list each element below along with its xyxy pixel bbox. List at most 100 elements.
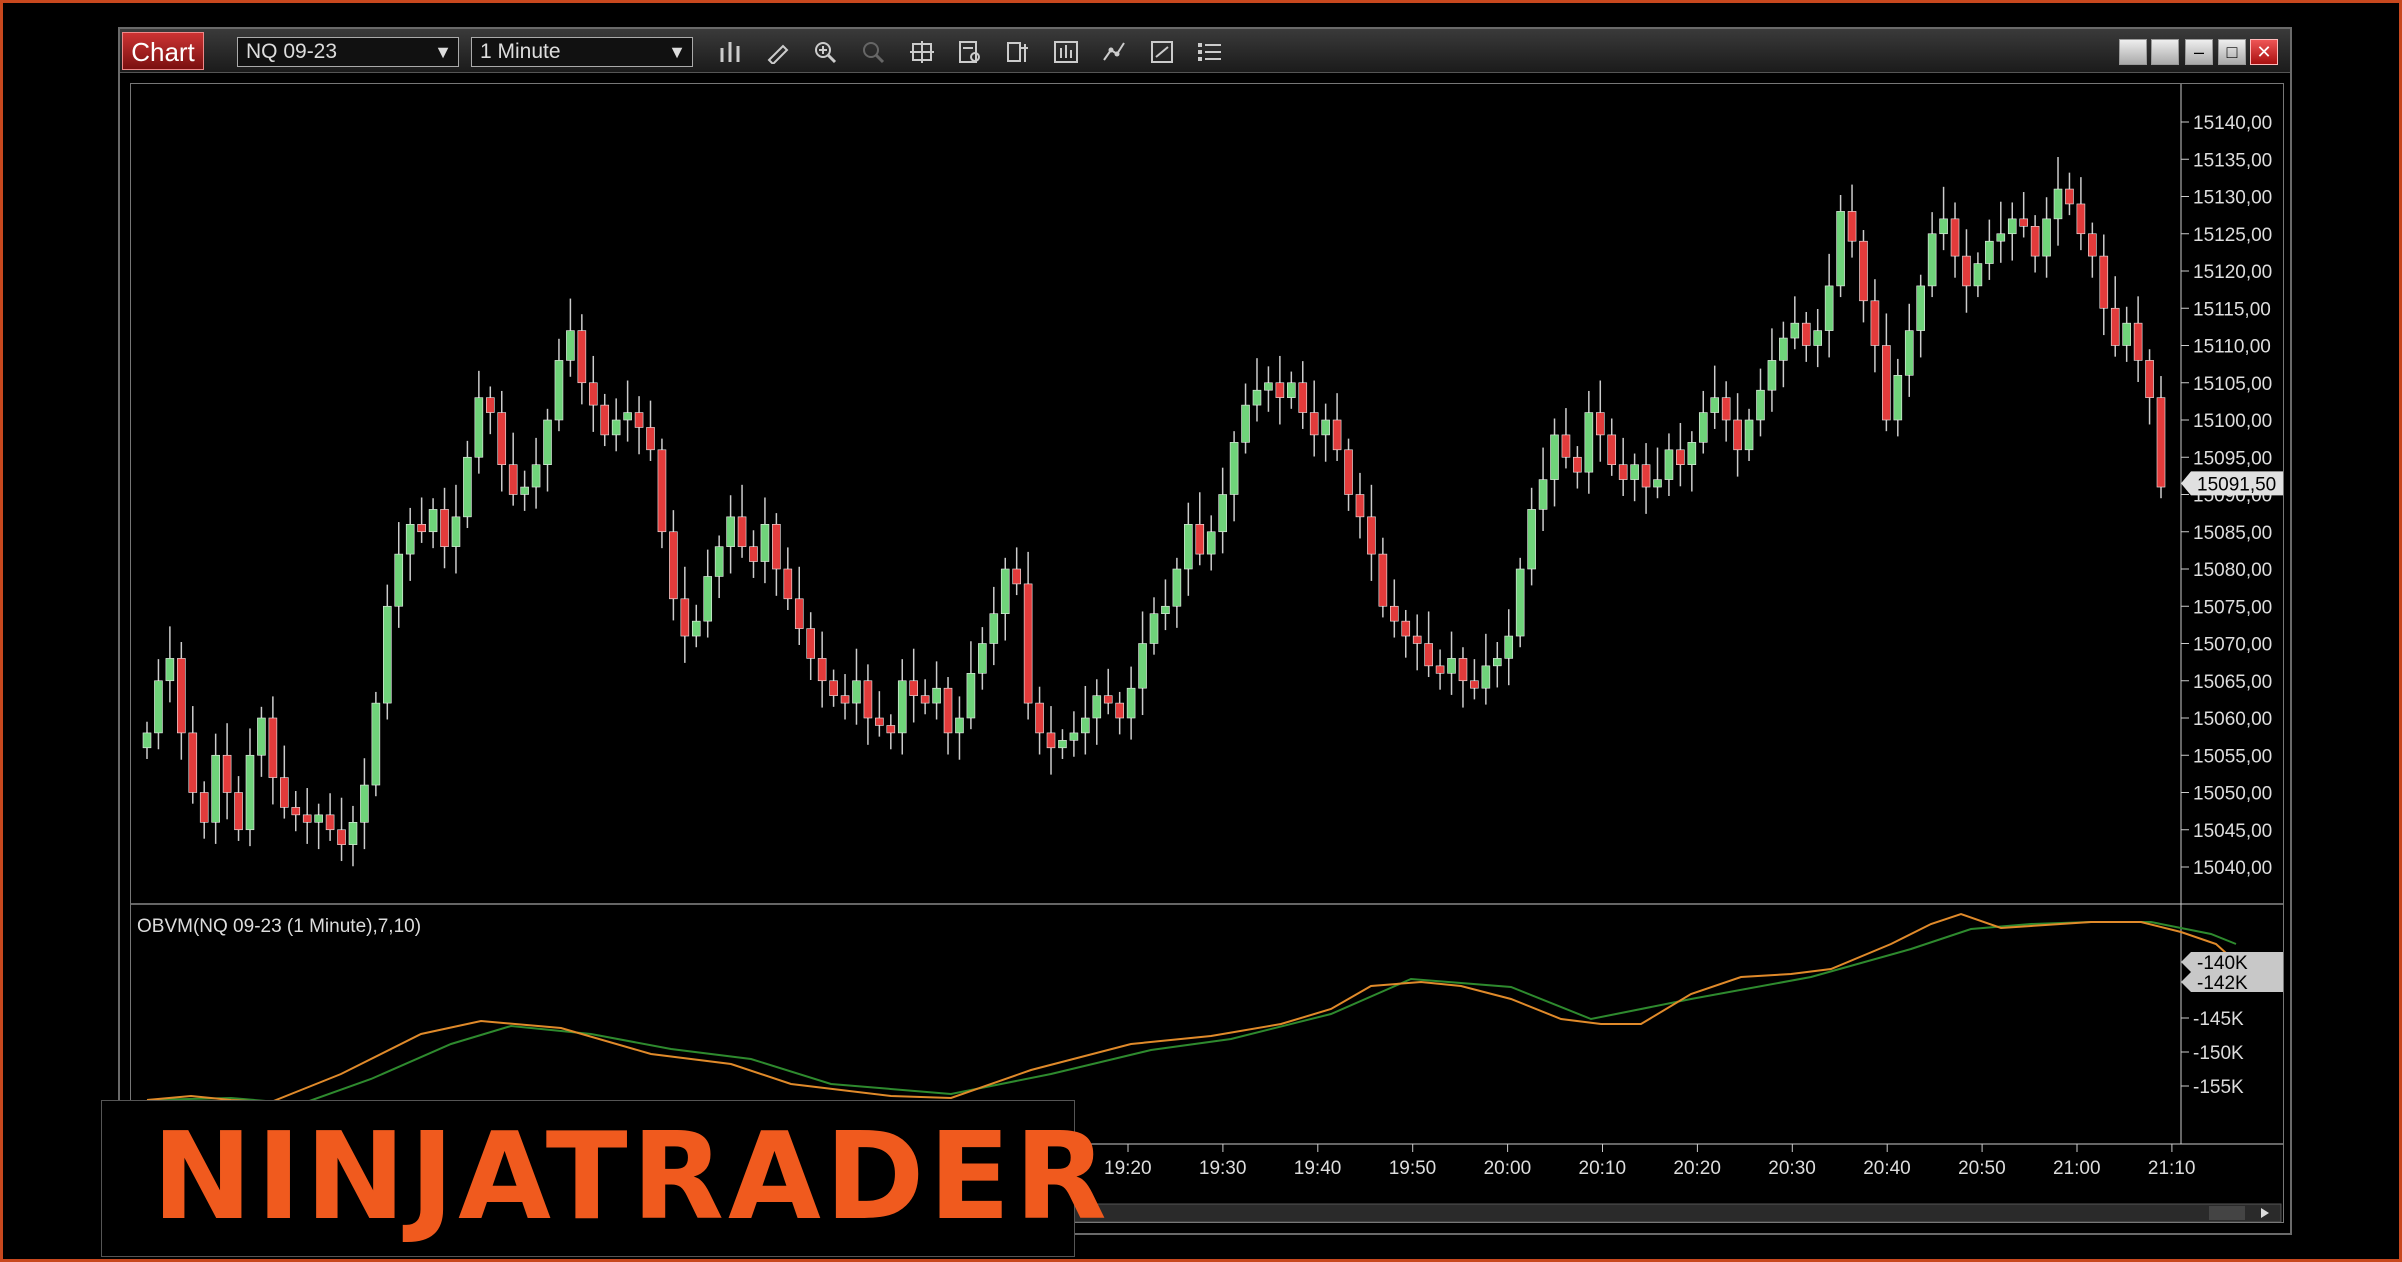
chart-tab[interactable]: Chart <box>122 32 204 70</box>
price-axis-label: 15115,00 <box>2193 299 2271 320</box>
candle-body <box>520 486 529 495</box>
price-axis-label: 15125,00 <box>2193 225 2272 246</box>
link-icon[interactable] <box>2151 39 2179 65</box>
candle-body <box>1458 658 1468 682</box>
price-axis-label: 15070,00 <box>2193 635 2272 656</box>
candle-body <box>1069 732 1079 741</box>
candle-body <box>1836 211 1845 287</box>
candle-body <box>531 464 541 488</box>
candle-body <box>1653 479 1662 488</box>
candle-body <box>314 814 323 823</box>
crosshair-icon[interactable] <box>906 37 938 67</box>
price-axis-label: 15130,00 <box>2193 188 2272 209</box>
candle-body <box>1012 568 1021 585</box>
candle-body <box>1882 345 1891 421</box>
candle-body <box>1996 233 2006 242</box>
candle-body <box>1390 605 1399 622</box>
candle-body <box>1412 635 1422 644</box>
candle-body <box>1710 397 1720 413</box>
candle-body <box>1115 702 1124 719</box>
candle-body <box>1161 605 1170 614</box>
candle-body <box>2076 203 2086 235</box>
candle-body <box>772 523 781 570</box>
candle-body <box>966 672 976 719</box>
tile-icon[interactable] <box>2119 39 2147 65</box>
candle-body <box>2145 360 2154 398</box>
candle-body <box>2099 255 2109 309</box>
candle-body <box>1641 464 1651 488</box>
candle-body <box>1481 665 1491 689</box>
candle-body <box>1081 717 1090 734</box>
candle-body <box>1126 687 1136 719</box>
chart-area[interactable]: 15140,00 15135,00 15130,00 15125,00 15120,00… <box>130 83 2285 1223</box>
candle-body <box>405 523 415 555</box>
candle-body <box>1756 389 1765 421</box>
zoom-out-icon[interactable] <box>858 37 890 67</box>
candle-body <box>726 516 735 547</box>
candle-body <box>634 412 644 428</box>
candle-body <box>1687 442 1697 466</box>
time-axis-label: 20:00 <box>1484 1158 1532 1179</box>
chart-canvas[interactable]: 15140,00 15135,00 15130,00 15125,00 15120,00… <box>130 84 2285 1223</box>
candle-body <box>875 717 884 726</box>
candle-body <box>1023 583 1033 704</box>
candle-body <box>1470 680 1479 689</box>
interval-value: 1 Minute <box>480 40 561 63</box>
chart-trader-icon[interactable] <box>1002 37 1034 67</box>
candle-body <box>508 464 518 495</box>
candle-body <box>1847 211 1857 242</box>
ninjatrader-logo: NINJATRADER <box>152 1108 1111 1247</box>
time-axis-label: 20:50 <box>1958 1158 2006 1179</box>
instrument-selector[interactable]: NQ 09-23 ▼ <box>237 37 459 67</box>
candle-body <box>497 412 507 465</box>
candle-body <box>1813 330 1823 346</box>
candle-body <box>1870 300 1880 346</box>
candle-body <box>1595 412 1605 436</box>
candle-body <box>1824 285 1834 331</box>
instrument-value: NQ 09-23 <box>246 40 338 63</box>
strategies-icon[interactable] <box>1098 37 1130 67</box>
indicators-icon[interactable] <box>1050 37 1082 67</box>
candle-body <box>2110 307 2120 346</box>
candle-body <box>302 814 312 823</box>
candle-body <box>440 509 449 547</box>
time-axis-label: 20:30 <box>1768 1158 1816 1179</box>
templates-icon[interactable] <box>1146 37 1178 67</box>
minimize-icon[interactable]: – <box>2185 39 2213 65</box>
candle-body <box>794 598 804 629</box>
price-axis-label: 15065,00 <box>2193 672 2272 693</box>
pencil-draw-icon[interactable] <box>762 37 794 67</box>
candle-body <box>623 412 632 421</box>
candle-body <box>1332 419 1342 451</box>
candle-body <box>1504 635 1514 659</box>
price-axis-label: 15080,00 <box>2193 560 2272 581</box>
candle-body <box>1859 240 1868 302</box>
candle-body <box>1676 449 1685 465</box>
candle-body <box>1424 643 1433 667</box>
candle-body <box>2122 322 2131 346</box>
indicator-axis-label: -150K <box>2193 1043 2244 1064</box>
data-box-icon[interactable] <box>954 37 986 67</box>
candle-body <box>646 427 655 451</box>
candle-body <box>955 717 964 734</box>
zoom-in-icon[interactable] <box>810 37 842 67</box>
maximize-icon[interactable]: □ <box>2218 39 2246 65</box>
interval-selector[interactable]: 1 Minute ▼ <box>471 37 693 67</box>
close-icon[interactable]: ✕ <box>2250 39 2278 65</box>
brand-overlay: NINJATRADER <box>101 1100 1107 1257</box>
candle-body <box>1206 531 1216 555</box>
candle-body <box>543 419 552 466</box>
candle-body <box>1607 434 1617 465</box>
chevron-down-icon: ▼ <box>668 42 686 62</box>
indicator-title: OBVM(NQ 09-23 (1 Minute),7,10) <box>137 916 421 937</box>
candle-body <box>1275 382 1285 398</box>
indicator-value-label: -142K <box>2197 973 2248 994</box>
bar-type-icon[interactable] <box>714 37 746 67</box>
price-axis-label: 15120,00 <box>2193 262 2272 283</box>
time-axis-label: 20:40 <box>1863 1158 1911 1179</box>
candle-body <box>1241 404 1250 443</box>
properties-icon[interactable] <box>1194 37 1226 67</box>
last-price-label: 15091,50 <box>2197 474 2276 495</box>
candle-body <box>714 546 724 577</box>
scrollbar-thumb[interactable] <box>2209 1206 2245 1220</box>
